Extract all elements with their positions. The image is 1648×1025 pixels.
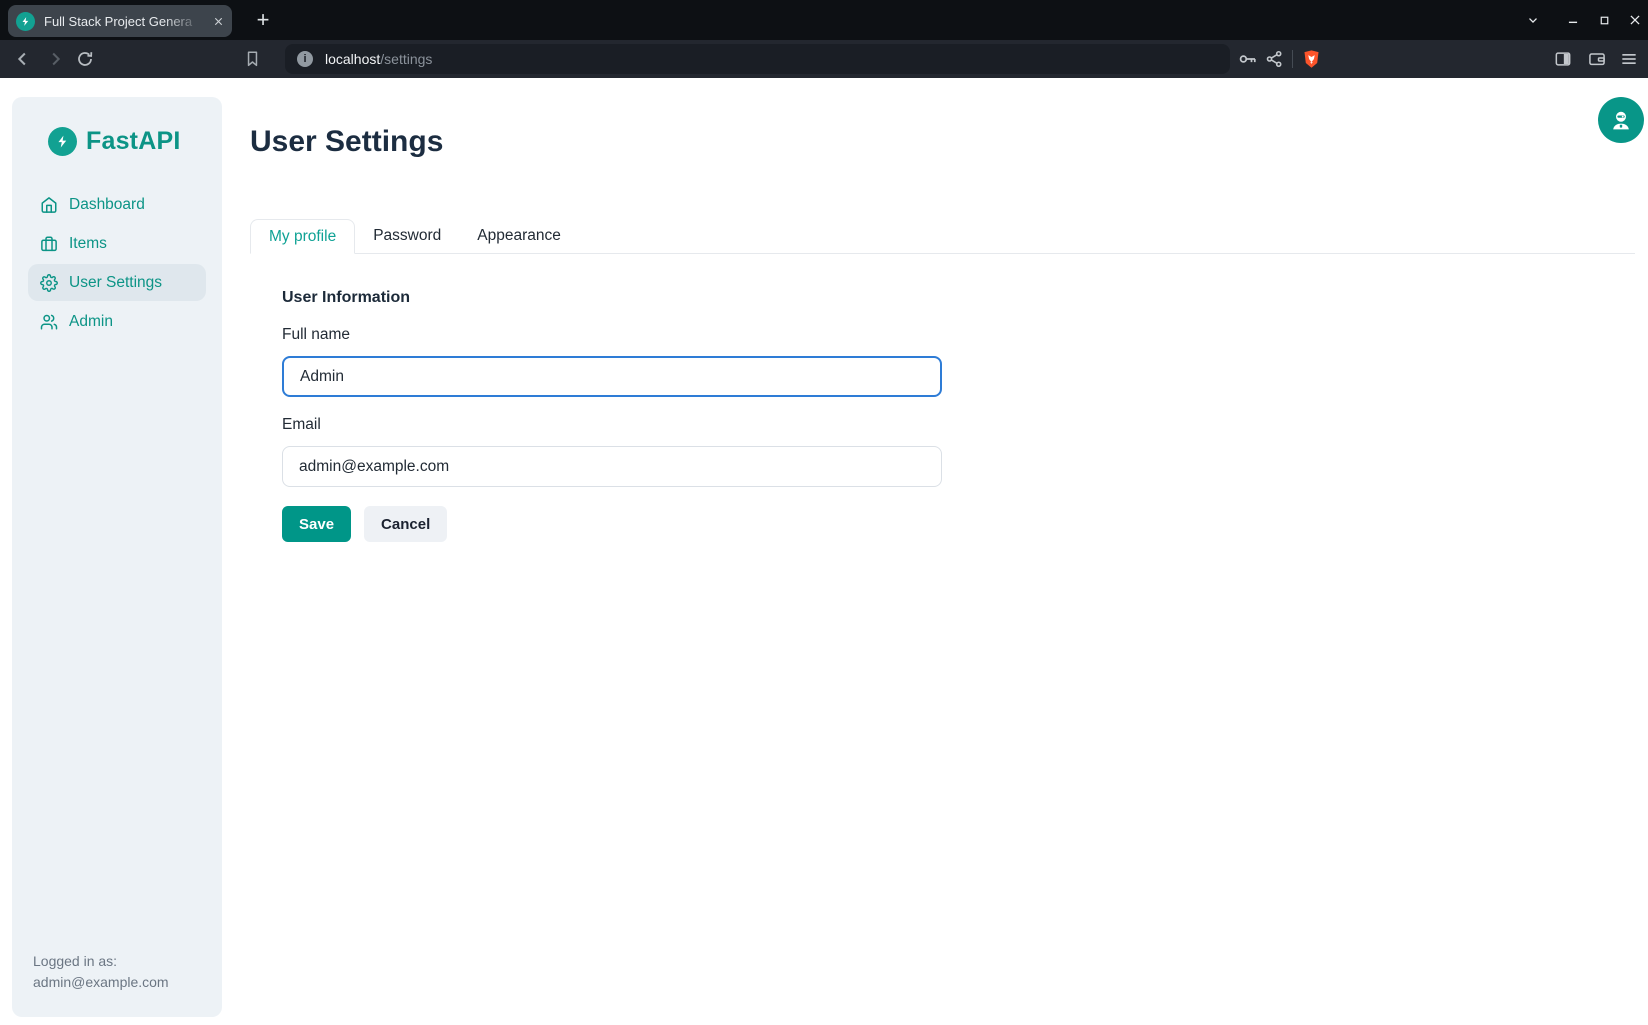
user-avatar-button[interactable] (1598, 97, 1644, 143)
page-content: FastAPI Dashboard Items User Settings (0, 78, 1648, 1025)
tab-appearance[interactable]: Appearance (459, 219, 579, 253)
tab-password[interactable]: Password (355, 219, 459, 253)
browser-tab-strip: Full Stack Project Genera + (0, 0, 1648, 40)
key-icon[interactable] (1237, 48, 1259, 70)
briefcase-icon (40, 235, 58, 253)
users-icon (40, 313, 58, 331)
fastapi-bolt-icon (48, 127, 77, 156)
fastapi-logo: FastAPI (12, 97, 222, 156)
close-window-icon[interactable] (1627, 12, 1643, 28)
url-bar[interactable]: i localhost/settings (285, 44, 1230, 74)
tab-close-icon[interactable] (213, 16, 224, 27)
user-information-form: User Information Full name Email Save Ca… (282, 289, 942, 542)
logo-text: FastAPI (86, 127, 180, 156)
back-icon[interactable] (12, 48, 34, 70)
logged-in-footer: Logged in as: admin@example.com (33, 951, 169, 993)
form-buttons: Save Cancel (282, 506, 942, 542)
home-icon (40, 196, 58, 214)
sidebar-item-label: Dashboard (69, 196, 145, 214)
user-astronaut-icon (1608, 107, 1634, 133)
cancel-button[interactable]: Cancel (364, 506, 447, 542)
tab-my-profile[interactable]: My profile (250, 219, 355, 254)
maximize-icon[interactable] (1596, 12, 1612, 28)
minimize-icon[interactable] (1565, 12, 1581, 28)
window-controls (1510, 0, 1643, 40)
url-path: /settings (380, 51, 432, 67)
brave-shield-icon[interactable] (1301, 49, 1322, 70)
sidebar-item-label: Items (69, 235, 107, 253)
sidebar: FastAPI Dashboard Items User Settings (12, 97, 222, 1017)
logged-in-email: admin@example.com (33, 972, 169, 993)
sidebar-item-user-settings[interactable]: User Settings (28, 264, 206, 301)
url-host: localhost (325, 51, 380, 67)
sidebar-item-admin[interactable]: Admin (28, 303, 206, 340)
reload-icon[interactable] (75, 49, 95, 69)
tab-title: Full Stack Project Genera (44, 14, 209, 29)
sidebar-nav: Dashboard Items User Settings Admin (12, 186, 222, 340)
email-input[interactable] (282, 446, 942, 487)
sidebar-toggle-icon[interactable] (1553, 49, 1573, 69)
forward-icon[interactable] (44, 48, 66, 70)
wallet-icon[interactable] (1587, 49, 1607, 69)
gear-icon (40, 274, 58, 292)
toolbar-divider (1292, 50, 1293, 68)
sidebar-item-dashboard[interactable]: Dashboard (28, 186, 206, 223)
save-button[interactable]: Save (282, 506, 351, 542)
browser-toolbar: i localhost/settings 1 (0, 40, 1648, 78)
page-title: User Settings (250, 125, 443, 159)
profile-tabs: My profile Password Appearance (250, 219, 1635, 254)
new-tab-button[interactable]: + (250, 7, 276, 33)
fastapi-favicon-icon (16, 12, 35, 31)
sidebar-item-items[interactable]: Items (28, 225, 206, 262)
full-name-input[interactable] (282, 356, 942, 397)
email-label: Email (282, 416, 942, 434)
logged-in-label: Logged in as: (33, 951, 169, 972)
menu-hamburger-icon[interactable] (1619, 49, 1639, 69)
section-title: User Information (282, 289, 942, 307)
share-icon[interactable] (1264, 49, 1285, 70)
tab-search-chevron-icon[interactable] (1525, 12, 1541, 28)
sidebar-item-label: User Settings (69, 274, 162, 292)
sidebar-item-label: Admin (69, 313, 113, 331)
browser-tab[interactable]: Full Stack Project Genera (8, 5, 232, 37)
full-name-label: Full name (282, 326, 942, 344)
bookmark-icon[interactable] (243, 50, 262, 69)
page-info-icon[interactable]: i (297, 51, 313, 67)
